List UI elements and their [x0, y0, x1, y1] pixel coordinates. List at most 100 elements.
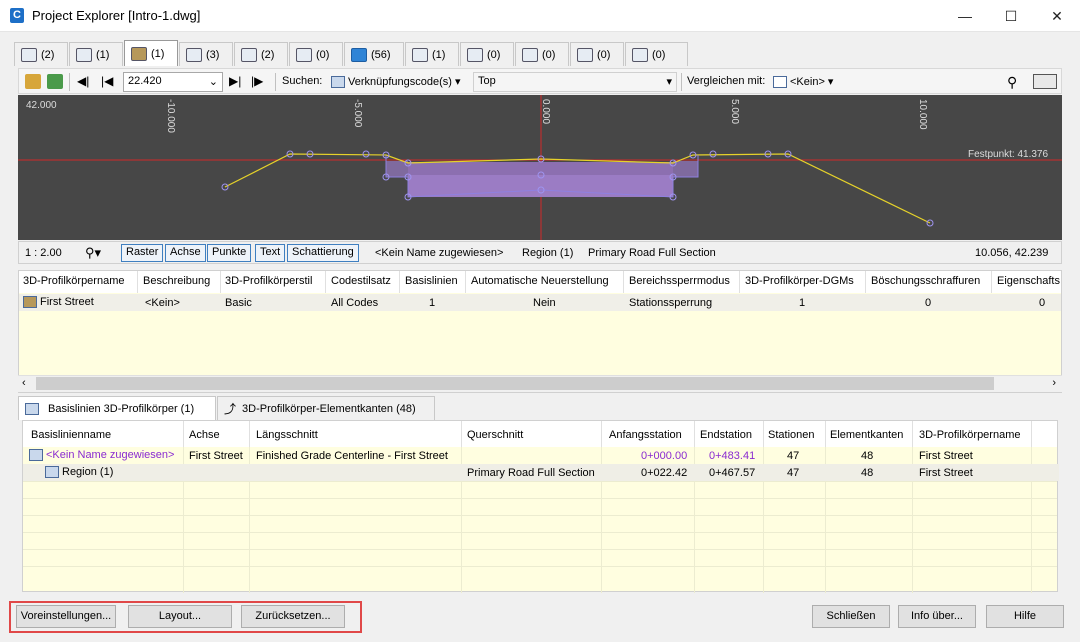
- elevation-label: 42.000: [26, 100, 57, 111]
- tab-featurelines[interactable]: (0): [289, 42, 343, 66]
- close-button[interactable]: Schließen: [812, 605, 890, 628]
- structure-icon: [412, 47, 428, 62]
- cursor-coordinates: 10.056, 42.239: [975, 247, 1049, 259]
- minimize-button[interactable]: —: [942, 0, 988, 32]
- column-header[interactable]: Endstation: [700, 429, 752, 441]
- search-field-select[interactable]: Verknüpfungscode(s) ▾: [331, 75, 461, 89]
- chevron-down-icon: ▾: [666, 76, 672, 88]
- reset-button[interactable]: Zurücksetzen...: [241, 605, 345, 628]
- first-station-icon[interactable]: ◀|: [77, 74, 93, 89]
- tick-label: 10.000: [917, 99, 928, 130]
- close-window-button[interactable]: ✕: [1034, 0, 1080, 32]
- station-select[interactable]: 22.420 ⌄: [123, 72, 223, 92]
- maximize-button[interactable]: ☐: [988, 0, 1034, 32]
- column-header[interactable]: Böschungsschraffuren: [871, 275, 980, 287]
- column-header[interactable]: Basislinienname: [31, 429, 111, 441]
- corridor-icon: [23, 296, 37, 309]
- column-header[interactable]: Automatische Neuerstellung: [471, 275, 609, 287]
- tab-feature-lines[interactable]: ⤴ 3D-Profilkörper-Elementkanten (48): [217, 396, 435, 420]
- tab-pressure[interactable]: (0): [460, 42, 514, 66]
- surface-icon: [241, 47, 257, 62]
- table-row[interactable]: <Kein Name zugewiesen> First Street Fini…: [23, 447, 1059, 464]
- search-value-select[interactable]: Top ▾: [473, 72, 677, 92]
- column-header[interactable]: Codestilsatz: [331, 275, 391, 287]
- region-name: Region (1): [522, 247, 574, 259]
- profile-icon: [76, 47, 92, 62]
- help-button[interactable]: Hilfe: [986, 605, 1064, 628]
- table-row[interactable]: First Street <Kein> Basic All Codes 1 Ne…: [19, 294, 1061, 311]
- column-header[interactable]: 3D-Profilkörpername: [919, 429, 1020, 441]
- previous-station-icon[interactable]: |◀: [101, 74, 117, 89]
- toggle-shading-button[interactable]: Schattierung: [287, 244, 359, 262]
- column-header[interactable]: Querschnitt: [467, 429, 523, 441]
- tab-corridors[interactable]: (1): [124, 40, 178, 66]
- featureline-icon: ⤴: [224, 402, 237, 416]
- column-header[interactable]: 3D-Profilkörpername: [23, 275, 124, 287]
- last-station-icon[interactable]: |▶: [251, 74, 267, 89]
- tab-parcels[interactable]: (0): [625, 42, 688, 66]
- lower-tab-strip: Basislinien 3D-Profilkörper (1) ⤴ 3D-Prof…: [18, 396, 1062, 420]
- column-header[interactable]: Längsschnitt: [256, 429, 318, 441]
- station-value: 22.420: [128, 75, 162, 87]
- fixpoint-label: Festpunkt: 41.376: [968, 149, 1048, 160]
- refresh-icon[interactable]: [47, 74, 63, 89]
- toggle-axis-button[interactable]: Achse: [165, 244, 206, 262]
- column-header[interactable]: Anfangsstation: [609, 429, 682, 441]
- next-station-icon[interactable]: ▶|: [229, 74, 245, 89]
- scroll-right-icon[interactable]: ›: [1052, 377, 1056, 389]
- column-header[interactable]: Basislinien: [405, 275, 458, 287]
- tab-points[interactable]: (0): [570, 42, 624, 66]
- scrollbar-thumb[interactable]: [36, 377, 994, 390]
- section-canvas: 42.000 -10.000 -5.000 0.000 5.000 10.000…: [18, 95, 1062, 240]
- column-header[interactable]: Stationen: [768, 429, 814, 441]
- tab-baselines[interactable]: Basislinien 3D-Profilkörper (1): [18, 396, 216, 420]
- column-header[interactable]: Elementkanten: [830, 429, 903, 441]
- settings-button[interactable]: Voreinstellungen...: [16, 605, 116, 628]
- toolbar: ◀| |◀ 22.420 ⌄ ▶| |▶ Suchen: Verknüpfung…: [18, 68, 1062, 94]
- zoom-icon[interactable]: ⚲: [1007, 74, 1023, 90]
- tab-samplelines[interactable]: (0): [515, 42, 569, 66]
- column-header[interactable]: Achse: [189, 429, 220, 441]
- tab-structures[interactable]: (1): [405, 42, 459, 66]
- sampleline-icon: [522, 47, 538, 62]
- column-header[interactable]: Bereichssperrmodus: [629, 275, 730, 287]
- toggle-raster-button[interactable]: Raster: [121, 244, 164, 262]
- corridor-icon: [131, 46, 147, 61]
- column-header[interactable]: 3D-Profilkörper-DGMs: [745, 275, 854, 287]
- tab-alignments[interactable]: (2): [14, 42, 68, 66]
- toggle-points-button[interactable]: Punkte: [207, 244, 252, 262]
- tick-label: -10.000: [165, 99, 176, 133]
- pressure-icon: [467, 47, 483, 62]
- baseline-icon: [25, 402, 39, 415]
- toggle-text-button[interactable]: Text: [255, 244, 286, 262]
- tick-label: 5.000: [729, 99, 740, 124]
- column-header[interactable]: 3D-Profilkörperstil: [225, 275, 312, 287]
- column-header[interactable]: Beschreibung: [143, 275, 210, 287]
- object-tab-strip: (2) (1) (1) (3) (2) (0) (56) (1) (0) (0)…: [14, 40, 1064, 66]
- view-options-icon[interactable]: [1033, 74, 1057, 89]
- tick-label: -5.000: [352, 99, 363, 128]
- scroll-left-icon[interactable]: ‹: [22, 377, 26, 389]
- zoom-dropdown-icon[interactable]: ⚲▾: [85, 245, 101, 261]
- tab-assemblies[interactable]: (3): [179, 42, 233, 66]
- compare-icon: [773, 76, 787, 89]
- star-icon[interactable]: [25, 74, 41, 89]
- code-icon: [331, 76, 345, 89]
- column-header[interactable]: Eigenschafts: [997, 275, 1060, 287]
- tab-profiles[interactable]: (1): [69, 42, 123, 66]
- table-header: 3D-Profilkörpername Beschreibung 3D-Prof…: [19, 271, 1061, 293]
- tab-surfaces[interactable]: (2): [234, 42, 288, 66]
- about-button[interactable]: Info über...: [898, 605, 976, 628]
- view-status-bar: 1 : 2.00 ⚲▾ Raster Achse Punkte Text Sch…: [18, 241, 1062, 264]
- layout-button[interactable]: Layout...: [128, 605, 232, 628]
- compare-select[interactable]: <Kein> ▾: [773, 75, 833, 89]
- table-row[interactable]: Region (1) Primary Road Full Section 0+0…: [23, 464, 1059, 481]
- baseline-name: <Kein Name zugewiesen>: [375, 247, 504, 259]
- parcel-icon: [632, 47, 648, 62]
- scale-value[interactable]: 1 : 2.00: [25, 247, 62, 259]
- table-header: Basislinienname Achse Längsschnitt Quers…: [23, 421, 1057, 447]
- region-icon: [45, 466, 59, 479]
- cross-section-view[interactable]: 42.000 -10.000 -5.000 0.000 5.000 10.000…: [18, 95, 1062, 240]
- tab-pipes[interactable]: (56): [344, 42, 404, 66]
- point-icon: [577, 47, 593, 62]
